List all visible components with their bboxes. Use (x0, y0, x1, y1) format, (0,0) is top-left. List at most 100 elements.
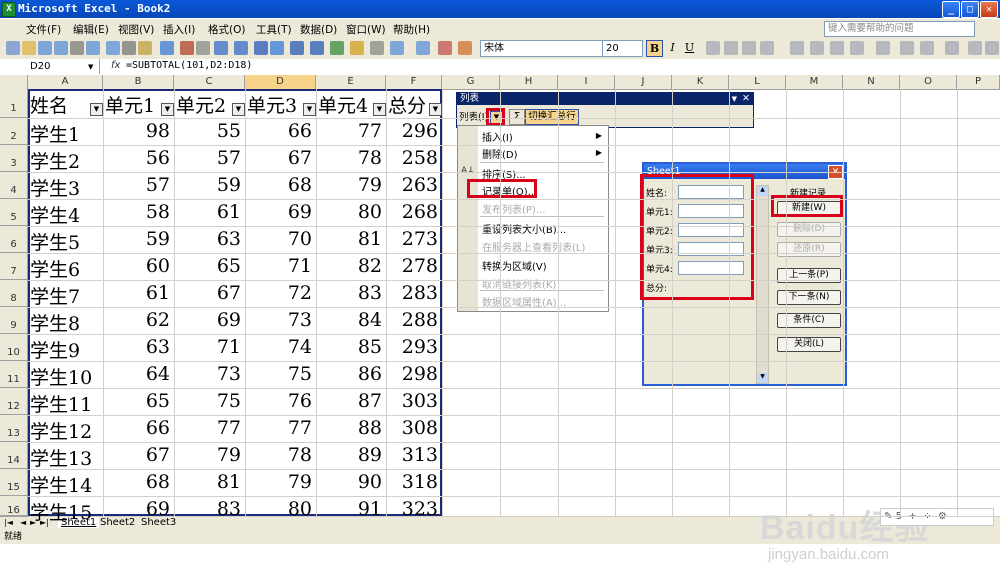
toolbar-icon[interactable] (6, 41, 20, 55)
column-header-L[interactable]: L (729, 75, 786, 89)
toolbar-icon[interactable] (330, 41, 344, 55)
data-cell[interactable]: 66 (103, 417, 170, 439)
autofilter-dropdown-icon[interactable]: ▼ (232, 103, 245, 116)
data-cell[interactable]: 75 (174, 390, 241, 412)
autofilter-dropdown-icon[interactable]: ▼ (303, 103, 316, 116)
data-cell[interactable]: 61 (103, 282, 170, 304)
help-search-input[interactable]: 键入需要帮助的问题 (824, 21, 975, 37)
data-cell[interactable]: 87 (316, 390, 382, 412)
row-header-7[interactable]: 7 (0, 253, 28, 280)
data-cell[interactable]: 89 (316, 444, 382, 466)
data-cell[interactable]: 283 (386, 282, 438, 304)
data-cell[interactable]: 303 (386, 390, 438, 412)
format-toolbar-icon[interactable] (830, 41, 844, 55)
record-scrollbar[interactable]: ▲ ▼ (756, 185, 769, 384)
data-cell[interactable]: 308 (386, 417, 438, 439)
data-cell[interactable]: 84 (316, 309, 382, 331)
data-cell[interactable]: 83 (174, 498, 241, 520)
column-header-N[interactable]: N (843, 75, 900, 89)
data-cell[interactable]: 67 (174, 282, 241, 304)
data-cell[interactable]: 学生8 (30, 309, 80, 336)
autofilter-dropdown-icon[interactable]: ▼ (161, 103, 174, 116)
namebox-dropdown-icon[interactable]: ▼ (88, 63, 93, 71)
toolbar-icon[interactable] (270, 41, 284, 55)
toolbar-icon[interactable] (122, 41, 136, 55)
toolbar-icon[interactable] (416, 41, 430, 55)
data-cell[interactable]: 75 (245, 363, 312, 385)
row-header-3[interactable]: 3 (0, 145, 28, 172)
data-cell[interactable]: 学生13 (30, 444, 92, 471)
toolbar-icon[interactable] (54, 41, 68, 55)
italic-button[interactable]: I (665, 40, 680, 55)
data-cell[interactable]: 67 (245, 147, 312, 169)
row-header-8[interactable]: 8 (0, 280, 28, 307)
data-cell[interactable]: 74 (245, 336, 312, 358)
menu-6[interactable]: 数据(D) (300, 22, 337, 37)
data-cell[interactable]: 73 (245, 309, 312, 331)
name-box[interactable]: D20 (0, 59, 100, 74)
row-header-11[interactable]: 11 (0, 361, 28, 388)
scroll-down-icon[interactable]: ▼ (757, 373, 768, 383)
data-cell[interactable]: 98 (103, 120, 170, 142)
data-cell[interactable]: 258 (386, 147, 438, 169)
list-menu-button[interactable]: 列表(I) (459, 109, 488, 123)
data-cell[interactable]: 268 (386, 201, 438, 223)
row-header-1[interactable]: 1 (0, 89, 28, 118)
data-cell[interactable]: 78 (316, 147, 382, 169)
row-header-10[interactable]: 10 (0, 334, 28, 361)
column-header-H[interactable]: H (500, 75, 558, 89)
toolbar-icon[interactable] (38, 41, 52, 55)
data-cell[interactable]: 学生3 (30, 174, 80, 201)
data-cell[interactable]: 81 (174, 471, 241, 493)
row-header-5[interactable]: 5 (0, 199, 28, 226)
data-cell[interactable]: 62 (103, 309, 170, 331)
toolbar-icon[interactable] (290, 41, 304, 55)
menu-2[interactable]: 视图(V) (118, 22, 154, 37)
column-header-G[interactable]: G (442, 75, 500, 89)
header-cell-1[interactable]: 单元1 (105, 91, 155, 118)
data-cell[interactable]: 学生6 (30, 255, 80, 282)
toolbar-close-icon[interactable]: ✕ (742, 93, 750, 105)
list-menu-item-0[interactable]: 插入(I) (482, 129, 513, 144)
autofilter-dropdown-icon[interactable]: ▼ (429, 103, 442, 116)
data-cell[interactable]: 86 (316, 363, 382, 385)
toolbar-icon[interactable] (160, 41, 174, 55)
data-cell[interactable]: 313 (386, 444, 438, 466)
column-header-I[interactable]: I (558, 75, 615, 89)
data-cell[interactable]: 323 (386, 498, 438, 520)
format-toolbar-icon[interactable] (760, 41, 774, 55)
data-cell[interactable]: 56 (103, 147, 170, 169)
data-cell[interactable]: 65 (103, 390, 170, 412)
menu-0[interactable]: 文件(F) (26, 22, 61, 37)
column-header-O[interactable]: O (900, 75, 957, 89)
format-toolbar-icon[interactable] (706, 41, 720, 55)
toolbar-icon[interactable] (254, 41, 268, 55)
row-header-14[interactable]: 14 (0, 442, 28, 469)
function-icon[interactable]: fx (111, 60, 120, 71)
toolbar-icon[interactable] (22, 41, 36, 55)
column-header-F[interactable]: F (386, 75, 442, 89)
data-cell[interactable]: 80 (245, 498, 312, 520)
data-cell[interactable]: 学生9 (30, 336, 80, 363)
sum-icon[interactable]: Σ (509, 109, 525, 125)
data-cell[interactable]: 学生5 (30, 228, 80, 255)
toggle-total-row-button[interactable]: 切换汇总行 (525, 109, 579, 125)
format-toolbar-icon[interactable] (810, 41, 824, 55)
data-cell[interactable]: 81 (316, 228, 382, 250)
data-cell[interactable]: 80 (316, 201, 382, 223)
menu-8[interactable]: 帮助(H) (393, 22, 430, 37)
data-cell[interactable]: 60 (103, 255, 170, 277)
format-toolbar-icon[interactable] (850, 41, 864, 55)
row-header-16[interactable]: 16 (0, 496, 28, 516)
menu-4[interactable]: 格式(O) (208, 22, 245, 37)
data-cell[interactable]: 298 (386, 363, 438, 385)
data-cell[interactable]: 76 (245, 390, 312, 412)
select-all-corner[interactable] (0, 75, 28, 89)
data-cell[interactable]: 68 (103, 471, 170, 493)
data-cell[interactable]: 73 (174, 363, 241, 385)
data-cell[interactable]: 263 (386, 174, 438, 196)
toolbar-icon[interactable] (214, 41, 228, 55)
column-header-M[interactable]: M (786, 75, 843, 89)
data-cell[interactable]: 57 (174, 147, 241, 169)
data-cell[interactable]: 78 (245, 444, 312, 466)
